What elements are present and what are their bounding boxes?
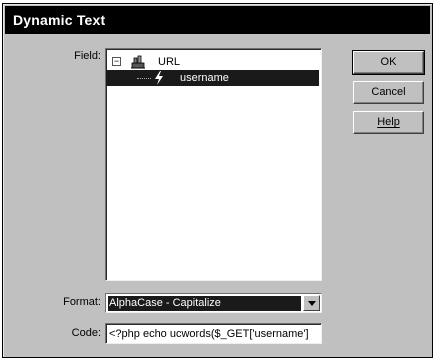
code-label: Code: bbox=[71, 327, 101, 339]
tree-item-username-label: username bbox=[180, 72, 229, 84]
help-button[interactable]: Help bbox=[353, 111, 424, 134]
dynamic-text-dialog: Dynamic Text Field: − URL username OK Ca… bbox=[2, 3, 433, 358]
collapse-toggle-icon[interactable]: − bbox=[112, 57, 121, 66]
dialog-title: Dynamic Text bbox=[5, 6, 430, 34]
lightning-bolt-icon bbox=[153, 71, 165, 85]
dropdown-arrow-icon[interactable] bbox=[303, 295, 320, 311]
field-label: Field: bbox=[74, 50, 101, 62]
format-label: Format: bbox=[63, 296, 101, 308]
ok-button[interactable]: OK bbox=[352, 50, 425, 75]
help-button-label: Help bbox=[377, 116, 400, 128]
format-select[interactable]: AlphaCase - Capitalize bbox=[105, 293, 322, 313]
tree-item-url-label: URL bbox=[158, 56, 181, 68]
field-tree[interactable]: − URL username bbox=[105, 48, 322, 281]
format-selected-value: AlphaCase - Capitalize bbox=[108, 296, 301, 311]
data-source-icon bbox=[130, 54, 146, 70]
tree-connector-horizontal bbox=[137, 78, 151, 79]
tree-item-username[interactable]: username bbox=[106, 70, 319, 86]
cancel-button[interactable]: Cancel bbox=[353, 81, 424, 104]
code-field[interactable]: <?php echo ucwords($_GET['username'] bbox=[105, 323, 322, 344]
